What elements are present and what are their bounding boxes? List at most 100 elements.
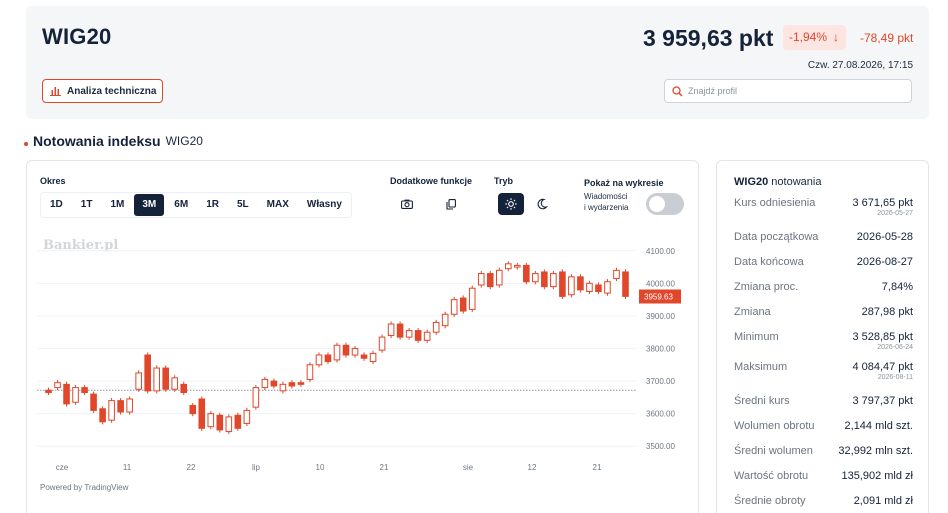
- candle-body: [441, 313, 449, 327]
- candle-body: [568, 276, 575, 296]
- candle-body: [234, 414, 242, 429]
- period-button-max[interactable]: MAX: [259, 194, 297, 216]
- candle-body: [586, 282, 593, 292]
- stats-row-value: 32,992 mln szt.: [838, 445, 913, 457]
- stats-row-label: Data początkowa: [734, 231, 819, 243]
- candle-body: [216, 414, 224, 431]
- stats-row-value: 135,902 mld zł: [841, 470, 913, 482]
- last-price: 3 959,63 pkt: [643, 25, 774, 51]
- candle-body: [559, 271, 566, 297]
- stats-row-label: Maksimum: [734, 361, 788, 373]
- period-label: Okres: [40, 176, 66, 186]
- ticker-title: WIG20: [42, 24, 112, 49]
- stats-row-label: Zmiana proc.: [734, 281, 799, 293]
- events-toggle[interactable]: [646, 193, 684, 215]
- stats-title-suffix: notowania: [771, 176, 822, 188]
- candle-body: [504, 263, 512, 270]
- x-tick-label: 22: [187, 463, 196, 472]
- candle-body: [495, 269, 503, 286]
- candle-body: [577, 276, 584, 291]
- stats-row-label: Średnie obroty: [734, 495, 806, 507]
- candle-body: [459, 297, 467, 312]
- extra-functions-label: Dodatkowe funkcje: [390, 176, 473, 186]
- screenshot-button[interactable]: [394, 193, 420, 215]
- candle-body: [604, 281, 611, 294]
- search-icon: [672, 85, 683, 96]
- candle-body: [198, 398, 206, 429]
- x-tick-label: 10: [316, 463, 325, 472]
- profile-search[interactable]: [664, 79, 912, 103]
- candle-body: [432, 321, 440, 333]
- stats-title-ticker: WIG20: [734, 176, 769, 188]
- period-button-5l[interactable]: 5L: [229, 194, 257, 216]
- candle-body: [54, 382, 61, 389]
- candle-body: [532, 273, 539, 283]
- dark-mode-button[interactable]: [529, 193, 555, 215]
- period-button-1r[interactable]: 1R: [198, 194, 227, 216]
- stats-row-date: 2026-08-11: [877, 374, 913, 381]
- stats-row-value: 2,144 mld szt.: [844, 420, 913, 432]
- candle-body: [108, 400, 115, 421]
- y-tick-label: 4100.00: [646, 247, 675, 256]
- candle-body: [225, 416, 233, 433]
- stats-row-value: 2,091 mld zł: [853, 495, 913, 507]
- stats-row-value: 7,84%: [881, 281, 913, 293]
- last-price-tag-label: 3959.63: [644, 292, 673, 301]
- stats-row-value: 3 797,37 pkt: [852, 395, 913, 407]
- candle-body: [387, 323, 395, 336]
- candle-body: [405, 330, 413, 338]
- copy-button[interactable]: [438, 193, 464, 215]
- candle-body: [477, 273, 485, 286]
- technical-analysis-label: Analiza techniczna: [67, 85, 157, 97]
- period-button-1d[interactable]: 1D: [42, 194, 71, 216]
- stats-row-label: Data końcowa: [734, 256, 804, 268]
- candle-body: [270, 380, 278, 387]
- candle-body: [613, 269, 620, 279]
- search-input[interactable]: [688, 86, 888, 96]
- technical-analysis-button[interactable]: Analiza techniczna: [42, 79, 163, 103]
- period-button-1m[interactable]: 1M: [102, 194, 132, 216]
- stats-row-value: 287,98 pkt: [861, 306, 913, 318]
- candle-body: [622, 271, 629, 297]
- candle-body: [90, 393, 97, 411]
- candle-body: [126, 398, 133, 413]
- quote-stats-panel: WIG20 notowania Kurs odniesienia 3 671,65…: [716, 160, 929, 513]
- candle-body: [171, 377, 179, 390]
- events-label: Wiadomości i wydarzenia: [584, 191, 628, 213]
- toggle-knob: [649, 196, 665, 212]
- candle-body: [514, 264, 521, 268]
- candle-body: [541, 271, 548, 288]
- stats-row-date: 2026-06-24: [877, 344, 913, 351]
- light-mode-button[interactable]: [498, 193, 524, 215]
- candle-body: [45, 389, 52, 393]
- arrow-down-icon: ↓: [833, 30, 840, 44]
- candle-body: [117, 400, 124, 413]
- period-button-6m[interactable]: 6M: [166, 194, 196, 216]
- chart-panel: Okres 1D 1T 1M 3M 6M 1R 5L MAX Własny Dodatkowe …: [26, 160, 699, 513]
- x-tick-label: 11: [123, 463, 132, 472]
- y-tick-label: 3800.00: [646, 345, 675, 354]
- sun-icon: [505, 198, 517, 210]
- period-button-własny[interactable]: Własny: [299, 194, 350, 216]
- y-tick-label: 3900.00: [646, 312, 675, 321]
- stats-row-value: 2026-08-27: [856, 256, 913, 268]
- period-button-3m[interactable]: 3M: [134, 194, 165, 216]
- section-subtitle: WIG20: [165, 134, 203, 148]
- candle-body: [306, 364, 314, 380]
- stats-row-value: 3 671,65 pkt: [852, 197, 913, 209]
- powered-by-tradingview[interactable]: Powered by TradingView: [40, 483, 128, 492]
- section-title-text: Notowania indeksu: [33, 133, 161, 149]
- quote-header: WIG20 3 959,63 pkt -1,94% ↓ -78,49 pkt Cz…: [26, 6, 929, 119]
- quote-datetime: Czw. 27.08.2026, 17:15: [807, 60, 913, 71]
- candle-body: [486, 273, 494, 288]
- candle-body: [360, 354, 368, 359]
- show-on-chart-label: Pokaż na wykresie: [584, 178, 664, 188]
- stats-row-label: Wartość obrotu: [734, 470, 809, 482]
- y-tick-label: 4000.00: [646, 279, 675, 288]
- candle-body: [333, 344, 341, 361]
- candle-body: [396, 323, 404, 338]
- y-tick-label: 3500.00: [646, 442, 675, 451]
- candlestick-chart[interactable]: 4100.00 4000.00 3900.00 3800.00 3700.00 3600.…: [27, 241, 699, 473]
- x-tick-label: sie: [463, 463, 474, 472]
- period-button-1t[interactable]: 1T: [73, 194, 101, 216]
